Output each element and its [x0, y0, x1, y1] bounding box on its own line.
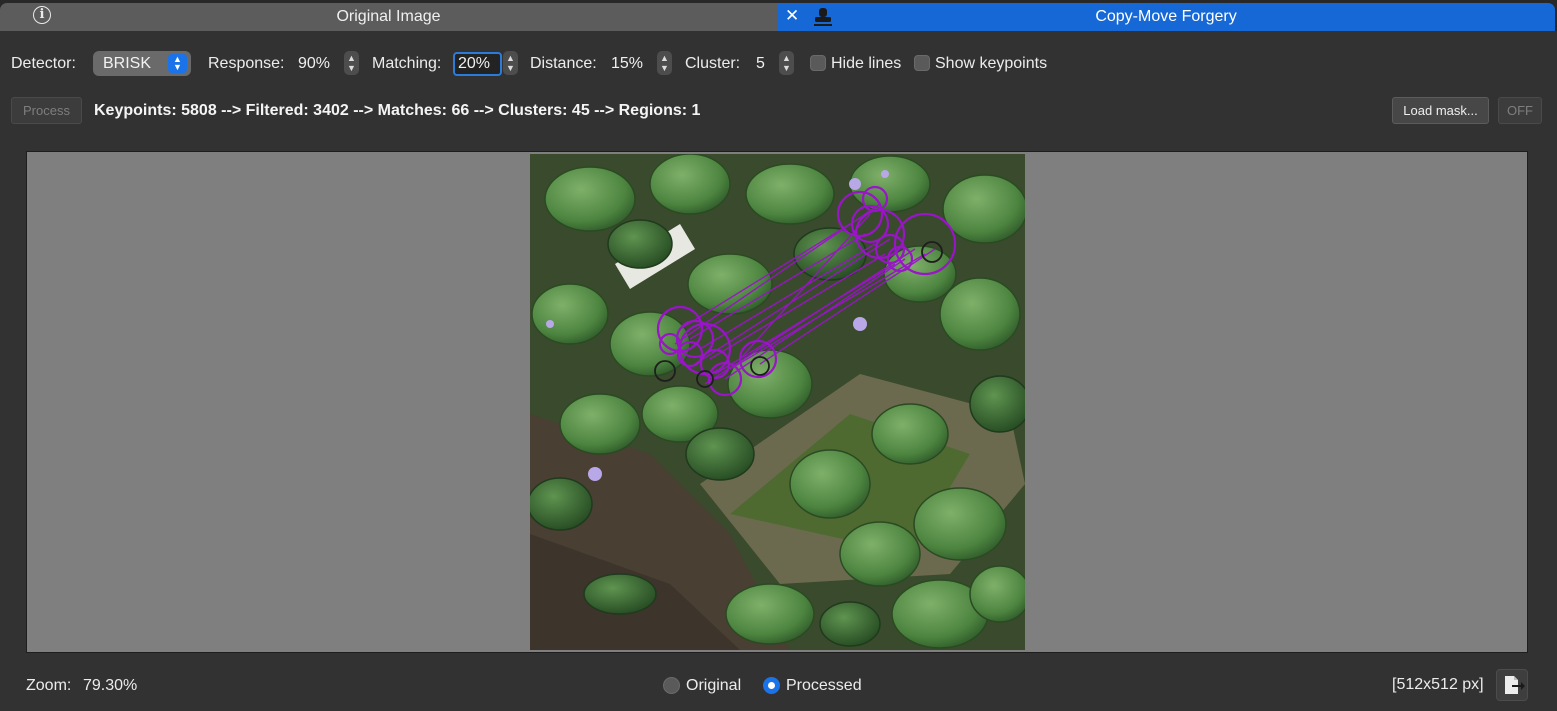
show-keypoints-label: Show keypoints: [935, 55, 1048, 72]
response-stepper[interactable]: ▲ ▼: [344, 51, 359, 75]
zoom-label: Zoom:: [26, 677, 72, 694]
matching-label: Matching:: [372, 55, 442, 72]
processing-summary: Keypoints: 5808 --> Filtered: 3402 --> M…: [94, 102, 701, 119]
updown-chevron-icon: ▲ ▼: [168, 54, 187, 73]
cluster-stepper[interactable]: ▲ ▼: [779, 51, 794, 75]
response-label: Response:: [208, 55, 285, 72]
export-icon: [1505, 676, 1525, 694]
detector-label: Detector:: [11, 55, 76, 72]
image-viewer[interactable]: [26, 151, 1528, 653]
tab-original-image-label: Original Image: [336, 8, 441, 25]
status-bar: Zoom: 79.30% Original Processed [512x512…: [0, 653, 1557, 711]
process-button[interactable]: Process: [11, 97, 82, 124]
export-button[interactable]: [1496, 669, 1528, 701]
processed-image: [530, 154, 1025, 650]
tab-copy-move-forgery[interactable]: ✕ Copy-Move Forgery: [777, 3, 1555, 31]
hide-lines-checkbox[interactable]: [810, 55, 826, 71]
tab-copy-move-forgery-label: Copy-Move Forgery: [1095, 8, 1237, 25]
radio-processed-label[interactable]: Processed: [786, 677, 862, 695]
matching-field[interactable]: 20%: [453, 52, 502, 76]
radio-original-label[interactable]: Original: [686, 677, 741, 695]
off-toggle-button[interactable]: OFF: [1498, 97, 1542, 124]
distance-label: Distance:: [530, 55, 597, 72]
distance-field[interactable]: 15%: [611, 52, 643, 76]
hide-lines-label: Hide lines: [831, 55, 902, 72]
response-field[interactable]: 90%: [298, 52, 330, 76]
load-mask-button[interactable]: Load mask...: [1392, 97, 1489, 124]
matching-stepper[interactable]: ▲ ▼: [503, 51, 518, 75]
tab-original-image[interactable]: i Original Image: [0, 3, 777, 31]
tab-bar: i Original Image ✕ Copy-Move Forgery: [0, 0, 1557, 31]
show-keypoints-checkbox[interactable]: [914, 55, 930, 71]
image-size-label: [512x512 px]: [1392, 676, 1484, 693]
cluster-label: Cluster:: [685, 55, 741, 72]
distance-stepper[interactable]: ▲ ▼: [657, 51, 672, 75]
detector-select[interactable]: BRISK ▲ ▼: [93, 51, 191, 76]
detector-value: BRISK: [103, 55, 152, 72]
radio-original[interactable]: [663, 677, 680, 694]
parameters-toolbar: Detector: BRISK ▲ ▼ Response: 90% ▲ ▼ Matc…: [0, 31, 1557, 151]
radio-processed[interactable]: [763, 677, 780, 694]
cluster-field[interactable]: 5: [756, 52, 765, 76]
zoom-value: 79.30%: [83, 677, 138, 694]
